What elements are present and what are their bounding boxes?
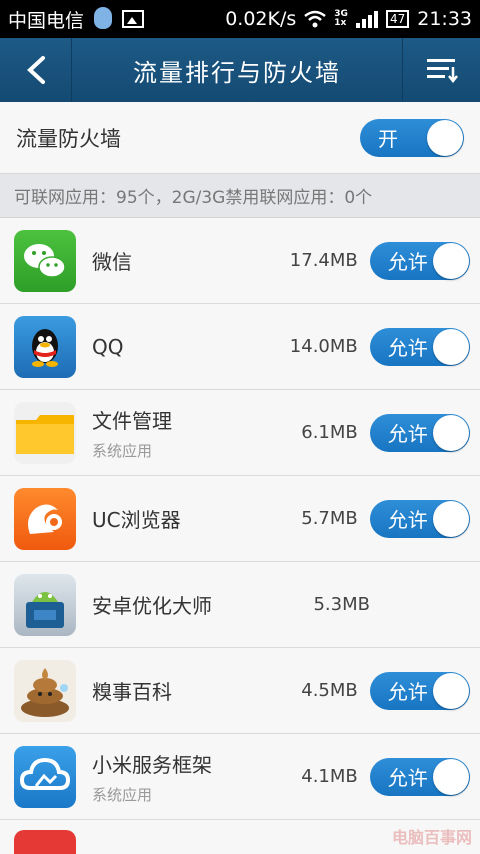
folder-icon: [14, 401, 76, 464]
firewall-row: 流量防火墙 开: [0, 102, 480, 174]
app-list: 微信 17.4MB 允许 QQ 14.0MB 允许 文件管理 系统应用 6.1M…: [0, 218, 480, 854]
wifi-icon: [304, 10, 327, 28]
status-bar: 中国电信 0.02K/s 3G 1x 47 21:33: [0, 0, 480, 38]
app-traffic: 4.5MB: [301, 680, 358, 701]
app-name: 微信: [92, 250, 132, 274]
app-name: 文件管理: [92, 408, 172, 433]
app-name: 糗事百科: [92, 680, 172, 704]
list-item[interactable]: UC浏览器 5.7MB 允许: [0, 476, 480, 562]
app-name: 安卓优化大师: [92, 594, 212, 618]
clock: 21:33: [417, 8, 472, 30]
sort-menu-button[interactable]: [402, 38, 480, 102]
wechat-icon: [14, 229, 76, 292]
qq-notification-icon: [92, 7, 114, 31]
image-notification-icon: [122, 10, 145, 28]
allow-toggle[interactable]: 允许: [369, 241, 470, 280]
app-traffic: 4.1MB: [301, 766, 358, 787]
toggle-knob: [432, 672, 469, 709]
app-name: QQ: [92, 334, 124, 359]
cloud-icon: [14, 745, 76, 808]
header-bar: 流量排行与防火墙: [0, 38, 480, 102]
chevron-left-icon: [26, 56, 45, 84]
app-subtitle: 系统应用: [92, 785, 153, 804]
poop-icon: [14, 659, 76, 722]
list-item[interactable]: 微信 17.4MB 允许: [0, 218, 480, 304]
toggle-knob: [432, 758, 469, 795]
summary-text: 可联网应用：95个，2G/3G禁用联网应用：0个: [14, 188, 373, 208]
allow-toggle[interactable]: 允许: [369, 327, 470, 366]
allow-toggle[interactable]: 允许: [369, 499, 470, 538]
uc-browser-icon: [14, 487, 76, 550]
allow-toggle-label: 允许: [387, 422, 428, 446]
allow-toggle[interactable]: 允许: [369, 671, 470, 710]
allow-toggle[interactable]: 允许: [369, 757, 470, 796]
firewall-label: 流量防火墙: [16, 126, 121, 151]
watermark: 电脑百事网: [391, 828, 472, 847]
toggle-knob: [432, 500, 469, 537]
carrier-label: 中国电信: [8, 9, 85, 32]
allow-toggle-label: 允许: [387, 250, 428, 274]
toggle-knob: [427, 119, 463, 156]
signal-icon: [355, 11, 378, 28]
app-name: 小米服务框架: [92, 752, 212, 777]
allow-toggle-label: 允许: [387, 508, 428, 532]
list-item[interactable]: 糗事百科 4.5MB 允许: [0, 648, 480, 734]
allow-toggle-label: 允许: [387, 680, 428, 704]
android-optimizer-icon: [14, 573, 76, 636]
back-button[interactable]: [0, 38, 72, 102]
network-type: 3G 1x: [334, 9, 348, 28]
allow-toggle-label: 允许: [387, 336, 428, 360]
qq-icon: [14, 315, 76, 378]
toggle-knob: [432, 414, 469, 451]
list-item[interactable]: 安卓优化大师 5.3MB: [0, 562, 480, 648]
app-traffic: 5.7MB: [301, 508, 358, 529]
app-icon: [14, 830, 76, 854]
summary-bar: 可联网应用：95个，2G/3G禁用联网应用：0个: [0, 174, 480, 218]
app-name: UC浏览器: [92, 508, 181, 532]
allow-toggle[interactable]: 允许: [369, 413, 470, 452]
app-subtitle: 系统应用: [92, 441, 153, 460]
list-item[interactable]: QQ 14.0MB 允许: [0, 304, 480, 390]
firewall-toggle[interactable]: 开: [360, 118, 464, 157]
toggle-knob: [432, 328, 469, 365]
app-traffic: 17.4MB: [289, 250, 358, 271]
app-traffic: 5.3MB: [313, 594, 370, 615]
toggle-knob: [432, 242, 469, 279]
allow-toggle-label: 允许: [387, 766, 428, 790]
network-speed: 0.02K/s: [225, 8, 297, 30]
app-traffic: 14.0MB: [289, 336, 358, 357]
list-item[interactable]: 文件管理 系统应用 6.1MB 允许: [0, 390, 480, 476]
sort-icon: [426, 59, 458, 83]
app-traffic: 6.1MB: [301, 422, 358, 443]
page-title: 流量排行与防火墙: [133, 58, 341, 87]
firewall-toggle-label: 开: [378, 127, 398, 151]
battery-icon: 47: [385, 10, 410, 28]
list-item[interactable]: 小米服务框架 系统应用 4.1MB 允许: [0, 734, 480, 820]
